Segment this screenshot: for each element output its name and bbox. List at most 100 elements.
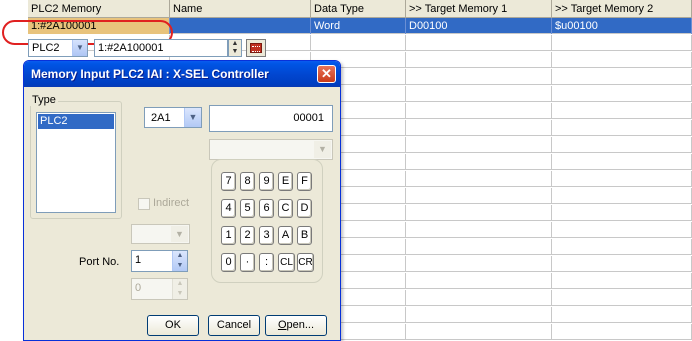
table-cell[interactable] bbox=[406, 256, 552, 272]
address-input[interactable]: 1:#2A100001 bbox=[94, 39, 228, 57]
keypad-button[interactable] bbox=[246, 39, 266, 57]
keypad-key[interactable]: 4 bbox=[221, 199, 236, 218]
close-icon: ✕ bbox=[321, 66, 332, 81]
table-cell[interactable] bbox=[406, 154, 552, 170]
keypad-key[interactable]: CR bbox=[297, 253, 314, 272]
plc-select[interactable]: PLC2 ▼ bbox=[28, 39, 88, 57]
table-cell[interactable] bbox=[406, 103, 552, 119]
port-input[interactable]: 1 ▲ ▼ bbox=[131, 250, 188, 272]
chevron-down-icon: ▼ bbox=[171, 226, 188, 242]
keypad-key[interactable]: 8 bbox=[240, 172, 255, 191]
keypad-key[interactable]: : bbox=[259, 253, 274, 272]
keypad-key[interactable]: 6 bbox=[259, 199, 274, 218]
spin-up-icon[interactable]: ▲ bbox=[229, 40, 241, 48]
table-cell[interactable] bbox=[406, 171, 552, 187]
indirect-label: Indirect bbox=[153, 197, 190, 209]
type-group-label: Type bbox=[30, 94, 58, 106]
type-list[interactable]: PLC2 bbox=[36, 112, 116, 213]
cell-data-type[interactable]: Word bbox=[311, 18, 406, 34]
table-cell[interactable] bbox=[552, 52, 692, 68]
table-cell[interactable] bbox=[406, 120, 552, 136]
cell-target-memory-2[interactable]: $u00100 bbox=[552, 18, 692, 34]
table-cell[interactable] bbox=[552, 205, 692, 221]
table-cell[interactable] bbox=[552, 290, 692, 306]
table-cell[interactable] bbox=[406, 137, 552, 153]
keypad-key[interactable]: 7 bbox=[221, 172, 236, 191]
column-header-target-memory-1[interactable]: >> Target Memory 1 bbox=[406, 0, 552, 18]
table-cell[interactable] bbox=[406, 52, 552, 68]
keypad-key[interactable]: 1 bbox=[221, 226, 236, 245]
table-cell[interactable] bbox=[311, 35, 406, 51]
keypad-key[interactable]: C bbox=[278, 199, 293, 218]
address-spinner[interactable]: ▲ ▼ bbox=[228, 39, 242, 57]
table-cell[interactable] bbox=[406, 307, 552, 323]
type-list-item[interactable]: PLC2 bbox=[38, 114, 114, 129]
column-header-name[interactable]: Name bbox=[170, 0, 311, 18]
column-header-target-memory-2[interactable]: >> Target Memory 2 bbox=[552, 0, 692, 18]
table-cell[interactable] bbox=[552, 273, 692, 289]
keypad-key[interactable]: D bbox=[297, 199, 312, 218]
keypad-key[interactable]: CL bbox=[278, 253, 295, 272]
table-cell[interactable] bbox=[552, 324, 692, 340]
keypad-key[interactable]: 3 bbox=[259, 226, 274, 245]
table-cell[interactable] bbox=[406, 239, 552, 255]
table-cell[interactable] bbox=[552, 171, 692, 187]
disabled-select: ▼ bbox=[131, 224, 190, 244]
column-header-data-type[interactable]: Data Type bbox=[311, 0, 406, 18]
port-spinner[interactable]: ▲ ▼ bbox=[172, 251, 187, 271]
table-cell[interactable] bbox=[406, 222, 552, 238]
chevron-down-icon[interactable]: ▼ bbox=[72, 40, 87, 56]
keypad-key[interactable]: A bbox=[278, 226, 293, 245]
cell-target-memory-1[interactable]: D00100 bbox=[406, 18, 552, 34]
port-spinner-2: ▲ ▼ bbox=[172, 279, 187, 299]
keypad-key[interactable]: 2 bbox=[240, 226, 255, 245]
table-cell[interactable] bbox=[552, 120, 692, 136]
keypad-key[interactable]: B bbox=[297, 226, 312, 245]
dialog-title: Memory Input PLC2 IAI : X-SEL Controller bbox=[31, 67, 269, 81]
table-cell[interactable] bbox=[406, 188, 552, 204]
keypad-key[interactable]: · bbox=[240, 253, 255, 272]
table-cell[interactable] bbox=[552, 103, 692, 119]
device-select-value: 2A1 bbox=[151, 112, 171, 124]
table-cell[interactable] bbox=[406, 69, 552, 85]
table-cell[interactable] bbox=[552, 69, 692, 85]
open-button[interactable]: Open... bbox=[265, 315, 327, 336]
spin-down-icon[interactable]: ▼ bbox=[229, 48, 241, 56]
memory-input-dialog: Memory Input PLC2 IAI : X-SEL Controller… bbox=[23, 60, 341, 341]
ok-button[interactable]: OK bbox=[147, 315, 199, 336]
value-input[interactable]: 00001 bbox=[209, 105, 333, 132]
device-select[interactable]: 2A1 ▼ bbox=[144, 107, 202, 128]
table-cell[interactable] bbox=[552, 239, 692, 255]
chevron-down-icon[interactable]: ▼ bbox=[184, 108, 201, 127]
keypad-key[interactable]: E bbox=[278, 172, 293, 191]
cell-name[interactable] bbox=[170, 18, 311, 34]
table-cell[interactable] bbox=[406, 290, 552, 306]
table-cell[interactable] bbox=[552, 35, 692, 51]
table-cell[interactable] bbox=[406, 324, 552, 340]
indirect-checkbox[interactable] bbox=[138, 198, 150, 210]
close-button[interactable]: ✕ bbox=[317, 65, 336, 83]
column-header-plc2-memory[interactable]: PLC2 Memory bbox=[28, 0, 170, 18]
port-input-2: 0 ▲ ▼ bbox=[131, 278, 188, 300]
port-value-2: 0 bbox=[135, 282, 142, 294]
table-cell[interactable] bbox=[552, 256, 692, 272]
dialog-titlebar[interactable]: Memory Input PLC2 IAI : X-SEL Controller… bbox=[24, 61, 340, 87]
plc-select-value: PLC2 bbox=[32, 42, 60, 54]
cancel-button[interactable]: Cancel bbox=[208, 315, 260, 336]
port-label: Port No. bbox=[79, 256, 120, 268]
table-cell[interactable] bbox=[406, 273, 552, 289]
grid-header: PLC2 Memory Name Data Type >> Target Mem… bbox=[28, 0, 692, 18]
table-cell[interactable] bbox=[552, 188, 692, 204]
table-cell[interactable] bbox=[552, 86, 692, 102]
keypad-key[interactable]: 5 bbox=[240, 199, 255, 218]
table-cell[interactable] bbox=[406, 35, 552, 51]
keypad-key[interactable]: F bbox=[297, 172, 312, 191]
table-cell[interactable] bbox=[552, 154, 692, 170]
table-cell[interactable] bbox=[552, 137, 692, 153]
table-cell[interactable] bbox=[552, 222, 692, 238]
keypad-key[interactable]: 0 bbox=[221, 253, 236, 272]
table-cell[interactable] bbox=[406, 86, 552, 102]
table-cell[interactable] bbox=[406, 205, 552, 221]
keypad-key[interactable]: 9 bbox=[259, 172, 274, 191]
table-cell[interactable] bbox=[552, 307, 692, 323]
